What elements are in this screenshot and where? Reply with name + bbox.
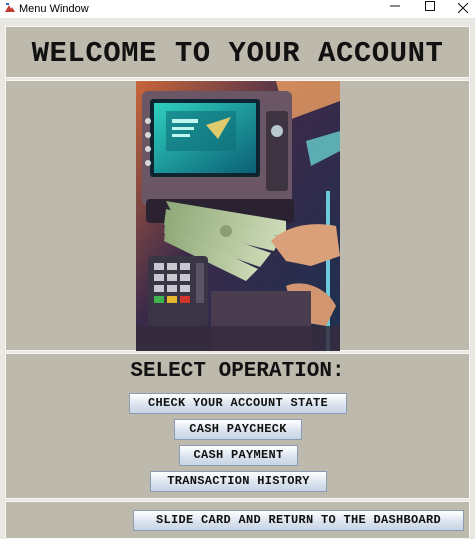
window-content: WELCOME TO YOUR ACCOUNT SELECT OPERATION…: [0, 18, 475, 539]
close-icon: [457, 2, 468, 14]
operations-panel: SELECT OPERATION: CHECK YOUR ACCOUNT STA…: [5, 353, 470, 499]
check-account-state-button[interactable]: CHECK YOUR ACCOUNT STATE: [129, 393, 347, 414]
maximize-icon: [424, 1, 435, 11]
maximize-button[interactable]: [413, 0, 446, 18]
cash-payment-button[interactable]: CASH PAYMENT: [179, 445, 298, 466]
footer-panel: SLIDE CARD AND RETURN TO THE DASHBOARD: [5, 501, 470, 539]
image-panel: [5, 80, 470, 351]
window-title: Menu Window: [19, 3, 89, 15]
return-to-dashboard-button[interactable]: SLIDE CARD AND RETURN TO THE DASHBOARD: [133, 510, 464, 531]
app-icon: [4, 2, 16, 14]
title-bar: Menu Window: [0, 0, 475, 18]
atm-image: [136, 81, 340, 351]
cash-paycheck-button[interactable]: CASH PAYCHECK: [174, 419, 302, 440]
minimize-button[interactable]: [378, 0, 411, 18]
header-panel: WELCOME TO YOUR ACCOUNT: [5, 26, 470, 78]
minimize-icon: [389, 5, 400, 7]
transaction-history-button[interactable]: TRANSACTION HISTORY: [150, 471, 327, 492]
close-button[interactable]: [446, 0, 475, 18]
select-operation-heading: SELECT OPERATION:: [130, 360, 345, 383]
welcome-heading: WELCOME TO YOUR ACCOUNT: [31, 37, 444, 70]
